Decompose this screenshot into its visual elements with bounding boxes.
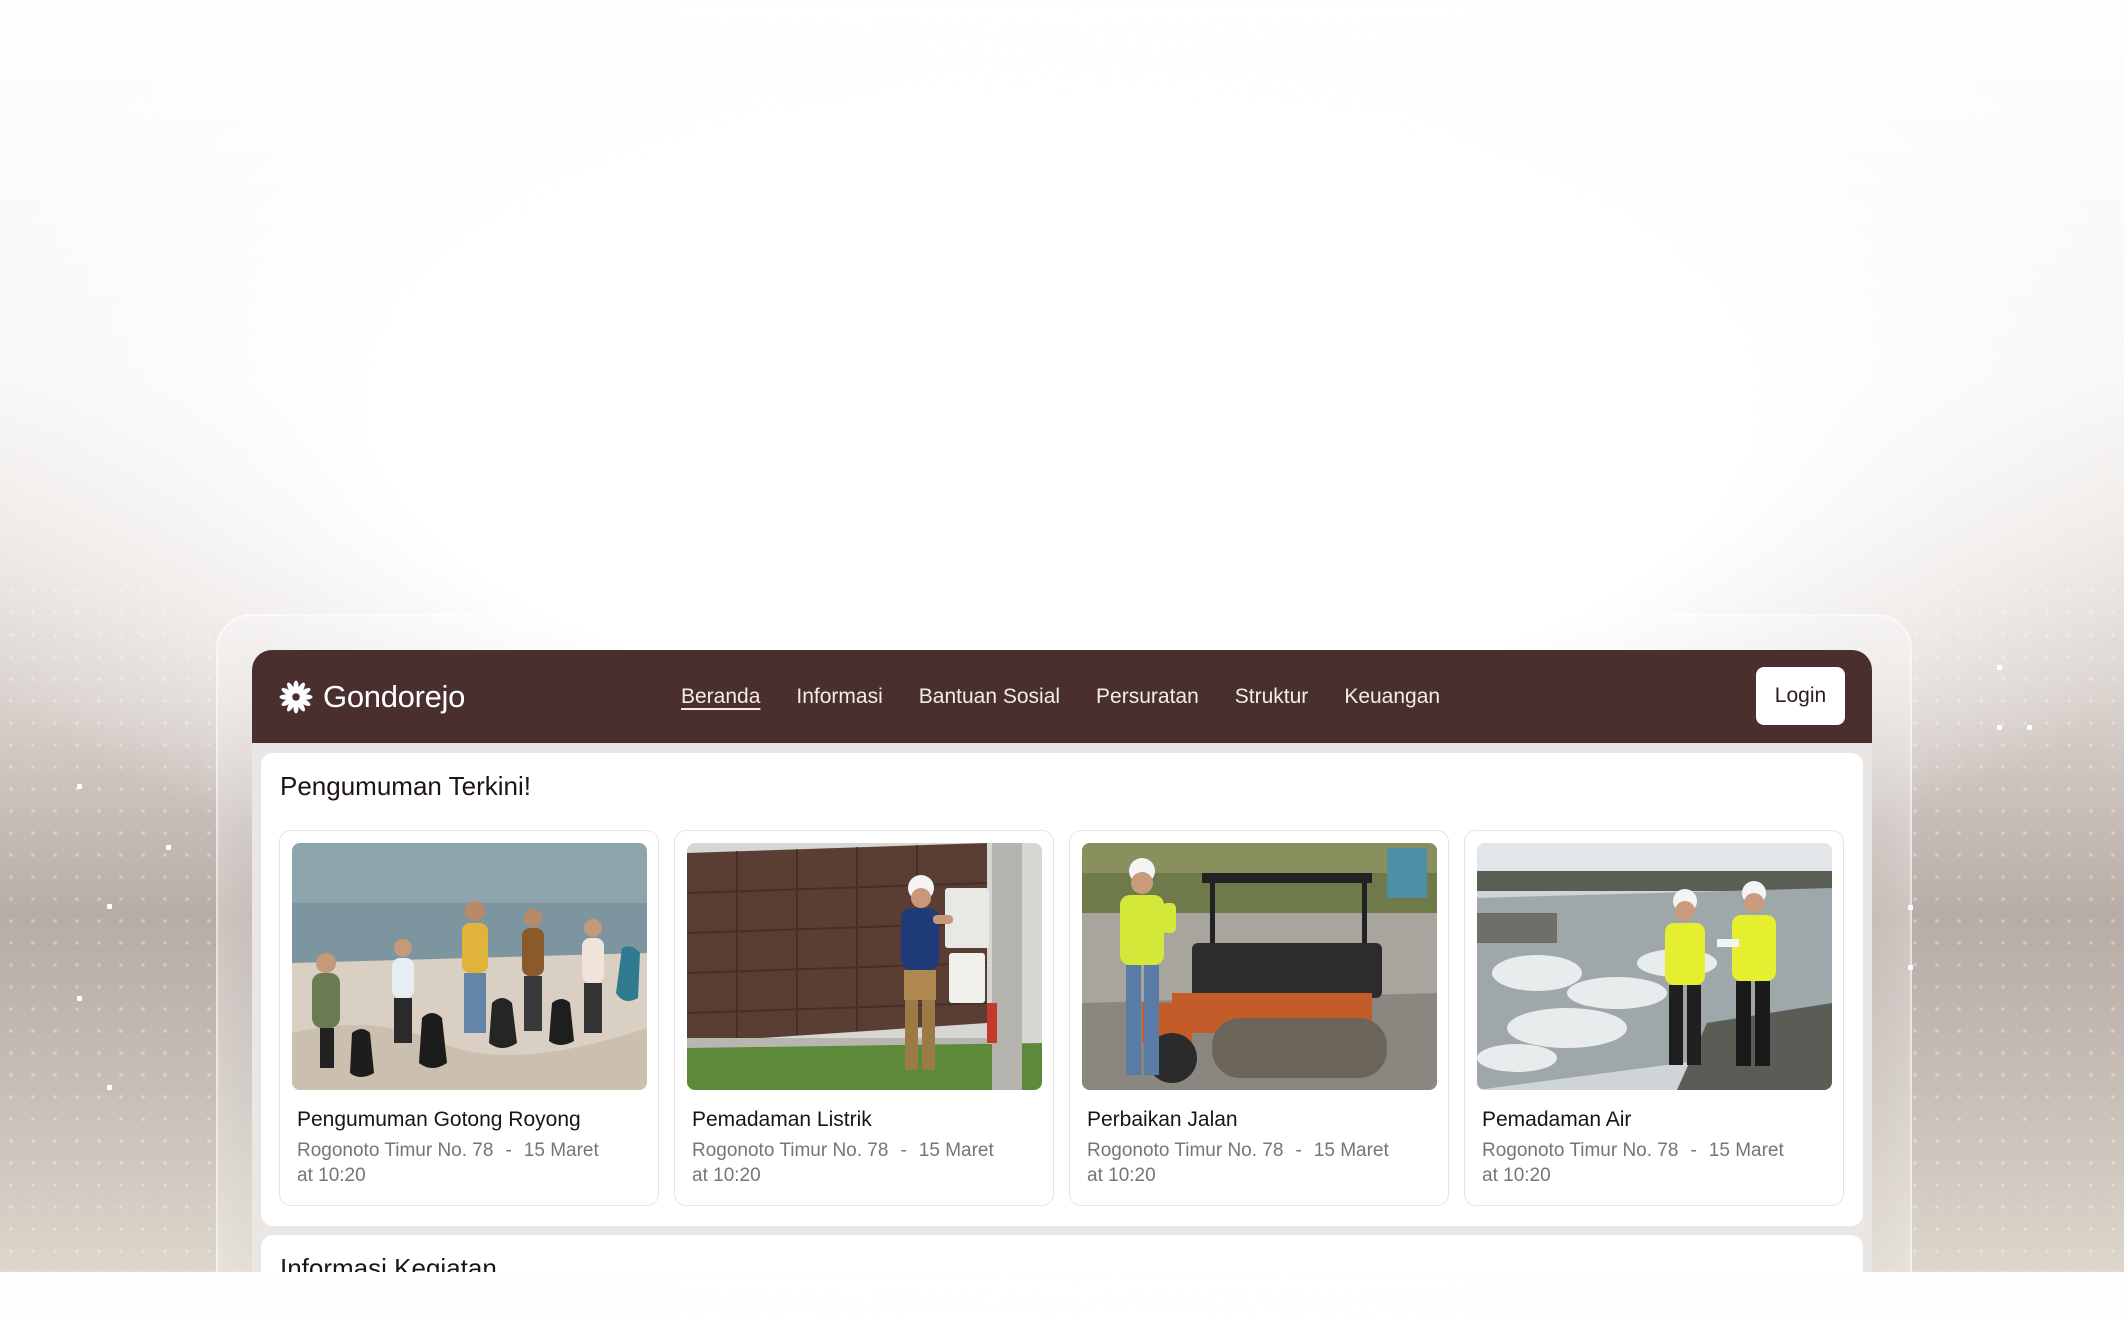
card-date: 15 Maret bbox=[523, 1140, 599, 1161]
sparkle-decoration bbox=[107, 1085, 112, 1090]
announcement-list: Pengumuman Gotong Royong Rogonoto Timur … bbox=[279, 830, 1844, 1206]
beach-cleanup-photo bbox=[292, 843, 647, 1090]
electrician-photo bbox=[687, 843, 1042, 1090]
decorative-dot-pattern-right bbox=[1904, 580, 2124, 1272]
card-meta: Rogonoto Timur No. 78-15 Maret at 10:20 bbox=[1087, 1138, 1436, 1188]
card-separator: - bbox=[900, 1140, 907, 1161]
announcement-card[interactable]: Pemadaman Listrik Rogonoto Timur No. 78-… bbox=[674, 830, 1054, 1206]
card-location: Rogonoto Timur No. 78 bbox=[1087, 1140, 1284, 1161]
card-separator: - bbox=[505, 1140, 512, 1161]
sparkle-decoration bbox=[1997, 725, 2002, 730]
sparkle-decoration bbox=[166, 845, 171, 850]
card-title: Pemadaman Air bbox=[1482, 1108, 1632, 1131]
announcement-card[interactable]: Pemadaman Air Rogonoto Timur No. 78-15 M… bbox=[1464, 830, 1844, 1206]
nav-item-persuratan[interactable]: Persuratan bbox=[1096, 685, 1199, 709]
card-location: Rogonoto Timur No. 78 bbox=[692, 1140, 889, 1161]
announcement-card[interactable]: Perbaikan Jalan Rogonoto Timur No. 78-15… bbox=[1069, 830, 1449, 1206]
sparkle-decoration bbox=[77, 784, 82, 789]
sparkle-decoration bbox=[2027, 725, 2032, 730]
nav-item-bantuan-sosial[interactable]: Bantuan Sosial bbox=[919, 685, 1060, 709]
card-time: at 10:20 bbox=[1087, 1165, 1156, 1186]
sparkle-decoration bbox=[77, 996, 82, 1001]
nav-item-struktur[interactable]: Struktur bbox=[1235, 685, 1309, 709]
decorative-dot-pattern-left bbox=[0, 580, 220, 1272]
announcements-title: Pengumuman Terkini! bbox=[280, 771, 531, 801]
card-meta: Rogonoto Timur No. 78-15 Maret at 10:20 bbox=[1482, 1138, 1831, 1188]
activities-title: Informasi Kegiatan bbox=[280, 1253, 497, 1272]
card-separator: - bbox=[1690, 1140, 1697, 1161]
card-title: Pengumuman Gotong Royong bbox=[297, 1108, 581, 1131]
nav-item-informasi[interactable]: Informasi bbox=[796, 685, 882, 709]
card-location: Rogonoto Timur No. 78 bbox=[297, 1140, 494, 1161]
card-time: at 10:20 bbox=[692, 1165, 761, 1186]
card-meta: Rogonoto Timur No. 78-15 Maret at 10:20 bbox=[692, 1138, 1041, 1188]
card-date: 15 Maret bbox=[1708, 1140, 1784, 1161]
flower-logo-icon bbox=[279, 680, 313, 713]
card-time: at 10:20 bbox=[1482, 1165, 1551, 1186]
sparkle-decoration bbox=[1997, 665, 2002, 670]
water-inspection-photo bbox=[1477, 843, 1832, 1090]
road-roller-photo bbox=[1082, 843, 1437, 1090]
announcement-card[interactable]: Pengumuman Gotong Royong Rogonoto Timur … bbox=[279, 830, 659, 1206]
brand[interactable]: Gondorejo bbox=[279, 679, 465, 715]
card-date: 15 Maret bbox=[1313, 1140, 1389, 1161]
app-window: Gondorejo Beranda Informasi Bantuan Sosi… bbox=[252, 650, 1872, 1272]
login-button[interactable]: Login bbox=[1756, 667, 1845, 725]
brand-name: Gondorejo bbox=[323, 678, 466, 714]
card-location: Rogonoto Timur No. 78 bbox=[1482, 1140, 1679, 1161]
card-separator: - bbox=[1295, 1140, 1302, 1161]
main-nav: Beranda Informasi Bantuan Sosial Persura… bbox=[681, 650, 1440, 743]
card-meta: Rogonoto Timur No. 78-15 Maret at 10:20 bbox=[297, 1138, 646, 1188]
activities-panel: Informasi Kegiatan bbox=[261, 1235, 1863, 1272]
card-title: Pemadaman Listrik bbox=[692, 1108, 872, 1131]
card-time: at 10:20 bbox=[297, 1165, 366, 1186]
top-navbar: Gondorejo Beranda Informasi Bantuan Sosi… bbox=[252, 650, 1872, 743]
card-title: Perbaikan Jalan bbox=[1087, 1108, 1238, 1131]
nav-item-beranda[interactable]: Beranda bbox=[681, 685, 760, 709]
card-date: 15 Maret bbox=[918, 1140, 994, 1161]
announcements-panel: Pengumuman Terkini! Pengumuman Gotong Ro… bbox=[261, 753, 1863, 1226]
nav-item-keuangan[interactable]: Keuangan bbox=[1344, 685, 1440, 709]
sparkle-decoration bbox=[107, 904, 112, 909]
